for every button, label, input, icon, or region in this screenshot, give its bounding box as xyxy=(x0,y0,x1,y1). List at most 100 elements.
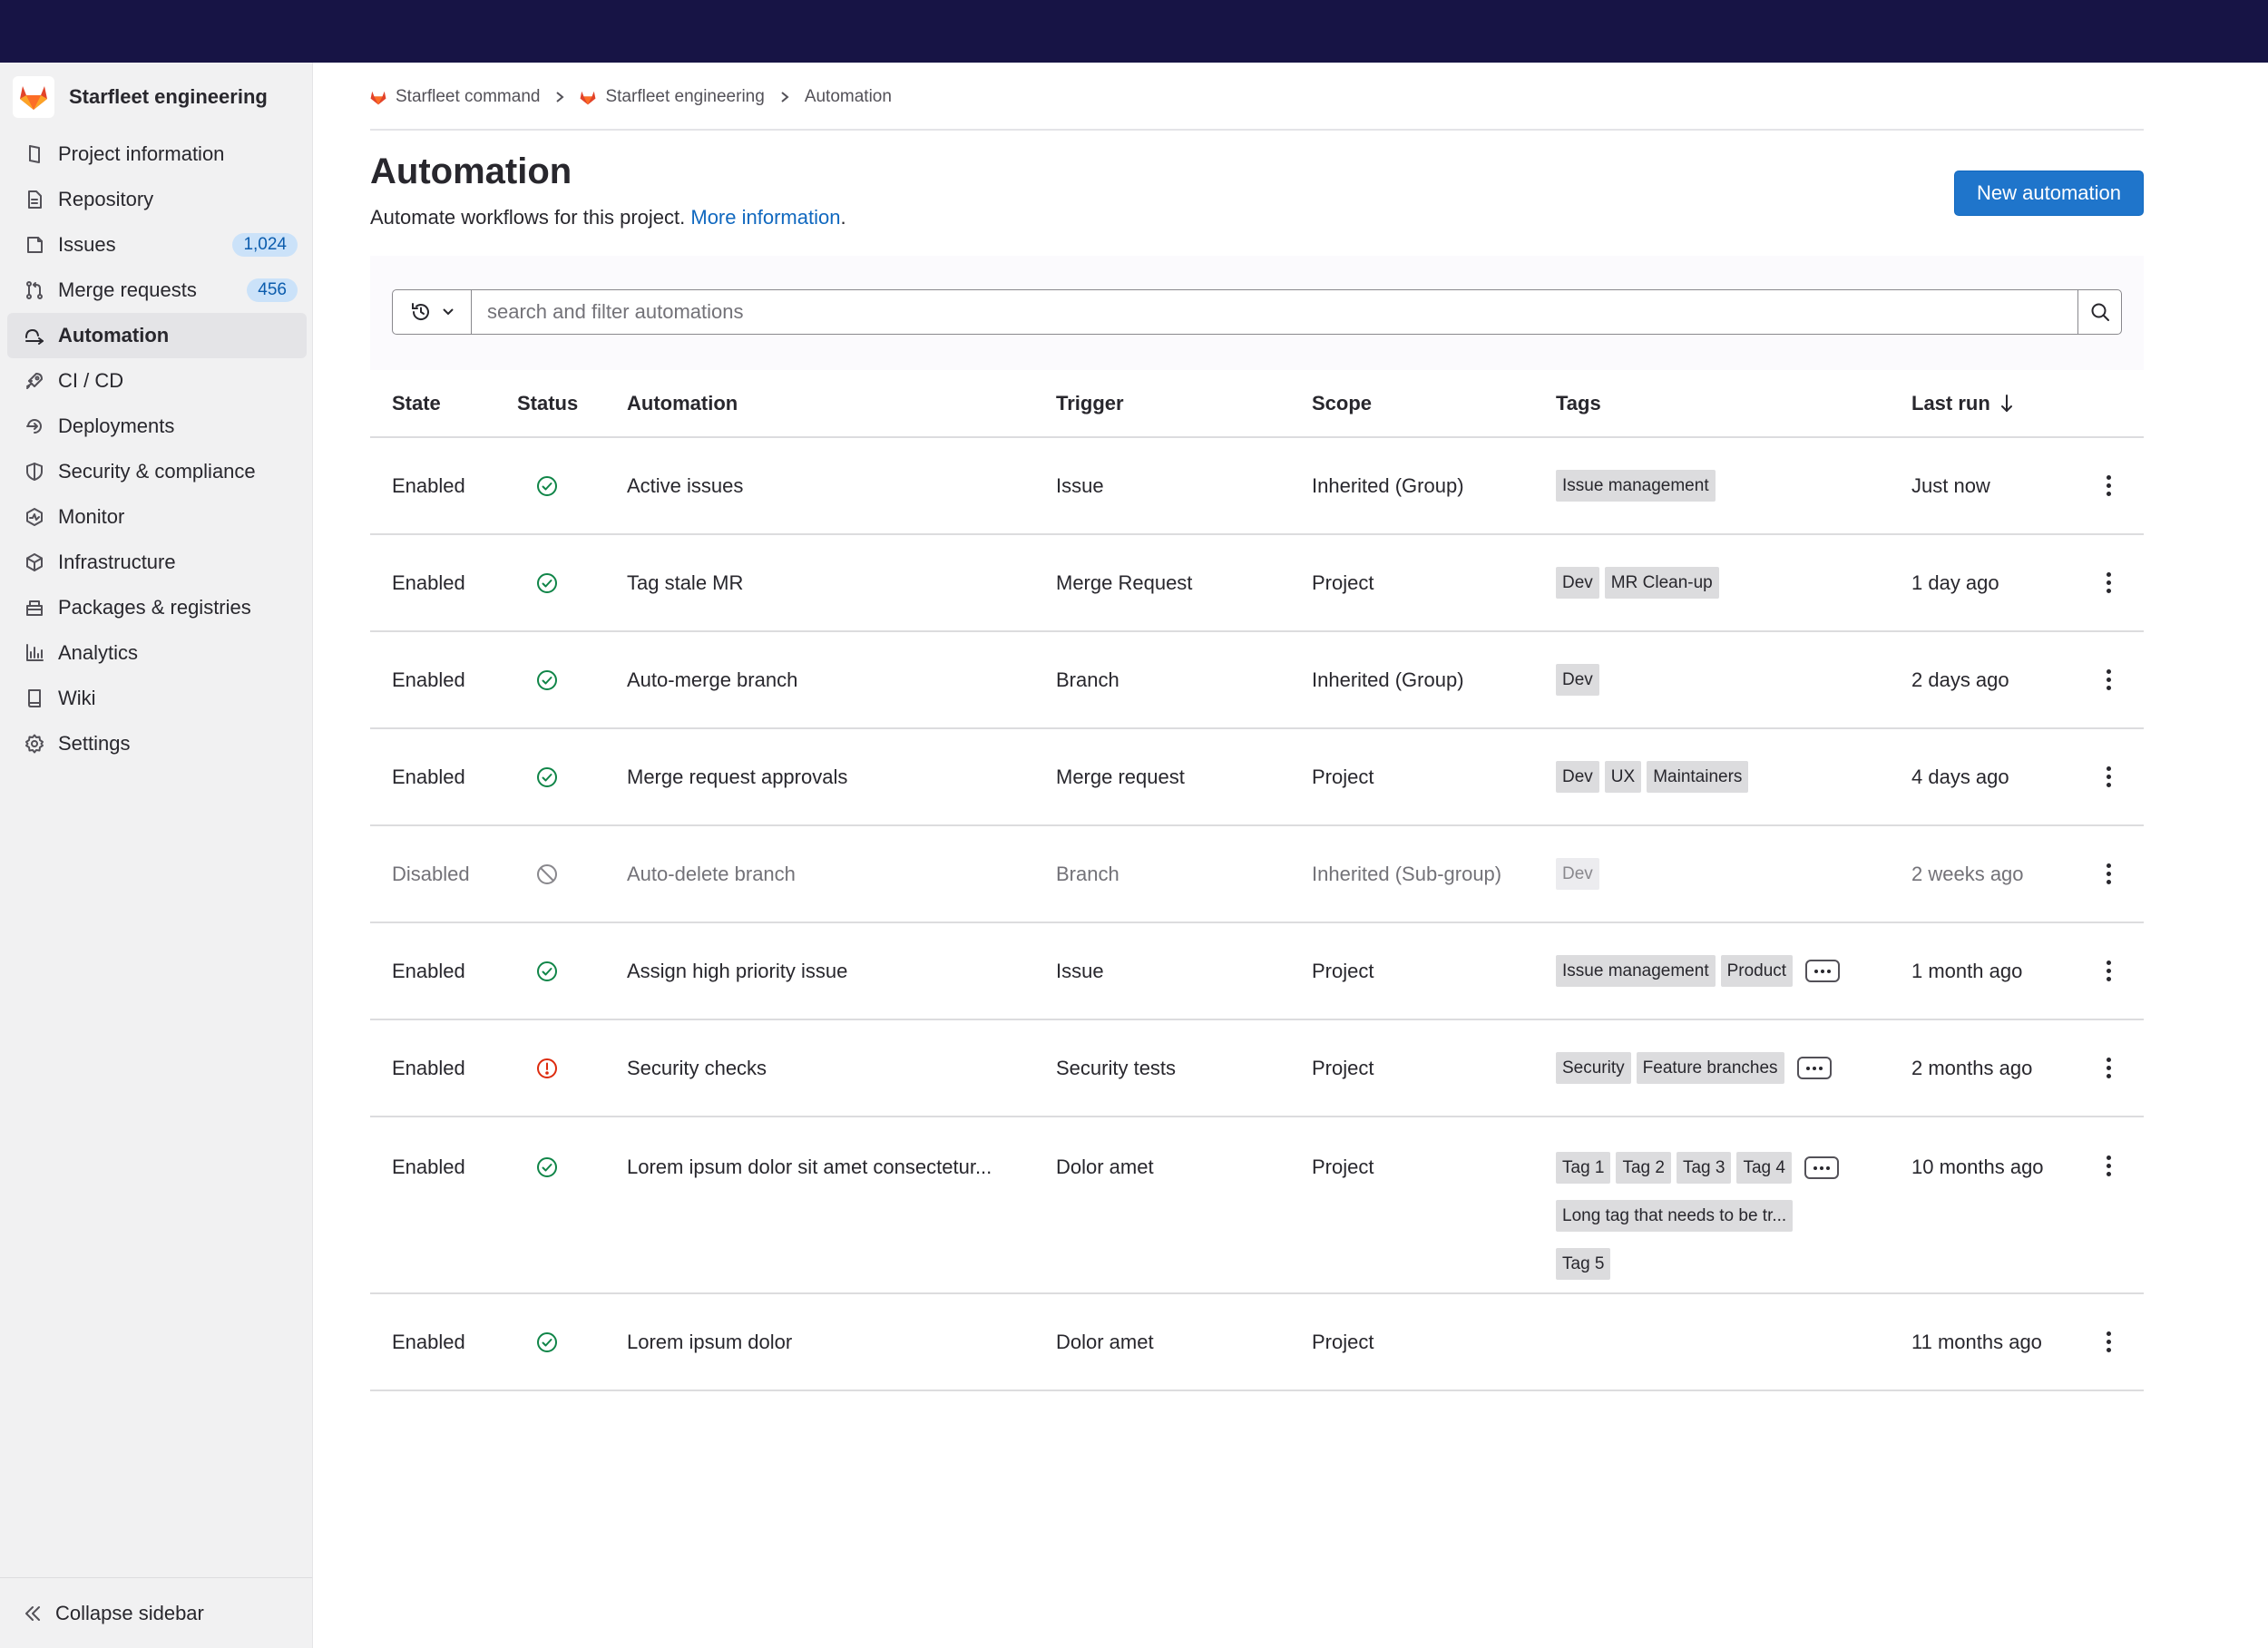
sidebar-item-merge-requests[interactable]: Merge requests 456 xyxy=(7,268,307,313)
table-row[interactable]: Enabled Tag stale MR Merge Request Proje… xyxy=(370,535,2144,632)
status-success-icon xyxy=(535,571,559,595)
row-actions-button[interactable] xyxy=(2099,729,2117,824)
row-actions-button[interactable] xyxy=(2099,1020,2117,1116)
sidebar-item-project-information[interactable]: Project information xyxy=(7,132,307,177)
breadcrumb-item-starfleet-command[interactable]: Starfleet command xyxy=(370,87,540,107)
row-actions-button[interactable] xyxy=(2099,632,2117,727)
page-title: Automation xyxy=(370,151,572,191)
last-run-cell: 11 months ago xyxy=(1911,1330,2042,1353)
sidebar-item-wiki[interactable]: Wiki xyxy=(7,676,307,721)
row-actions-button[interactable] xyxy=(2099,923,2117,1019)
tag-badge[interactable]: Feature branches xyxy=(1636,1052,1784,1084)
row-actions-button[interactable] xyxy=(2099,1294,2117,1390)
tag-badge[interactable]: Dev xyxy=(1556,858,1599,890)
tag-badge[interactable]: Dev xyxy=(1556,761,1599,793)
tags-cell: Issue management xyxy=(1556,438,1910,533)
table-row[interactable]: Enabled Lorem ipsum dolor sit amet conse… xyxy=(370,1117,2144,1294)
row-actions-button[interactable] xyxy=(2099,826,2117,922)
row-actions-button[interactable] xyxy=(2099,1117,2117,1176)
table-row[interactable]: Disabled Auto-delete branch Branch Inher… xyxy=(370,826,2144,923)
chevron-right-icon xyxy=(554,91,565,103)
tag-badge[interactable]: Tag 2 xyxy=(1616,1152,1671,1184)
tag-badge[interactable]: Tag 1 xyxy=(1556,1152,1611,1184)
sidebar-item-packages-registries[interactable]: Packages & registries xyxy=(7,585,307,630)
automation-name[interactable]: Tag stale MR xyxy=(627,535,743,630)
search-button[interactable] xyxy=(2077,289,2122,335)
collapse-sidebar-button[interactable]: Collapse sidebar xyxy=(0,1577,312,1648)
sidebar-item-issues[interactable]: Issues 1,024 xyxy=(7,222,307,268)
tag-badge[interactable]: Issue management xyxy=(1556,470,1716,502)
row-actions-button[interactable] xyxy=(2099,535,2117,630)
trigger-cell: Issue xyxy=(1056,473,1104,497)
automation-name[interactable]: Security checks xyxy=(627,1020,767,1116)
sidebar-item-repository[interactable]: Repository xyxy=(7,177,307,222)
automation-name[interactable]: Lorem ipsum dolor xyxy=(627,1294,792,1390)
more-information-link[interactable]: More information xyxy=(690,206,840,229)
sidebar-item-settings[interactable]: Settings xyxy=(7,721,307,766)
breadcrumb-item-automation[interactable]: Automation xyxy=(805,87,892,107)
breadcrumb-item-starfleet-engineering[interactable]: Starfleet engineering xyxy=(580,87,765,107)
tag-badge[interactable]: Tag 3 xyxy=(1676,1152,1732,1184)
sidebar-item-automation[interactable]: Automation xyxy=(7,313,307,358)
tag-badge[interactable]: Issue management xyxy=(1556,955,1716,987)
table-row[interactable]: Enabled Active issues Issue Inherited (G… xyxy=(370,438,2144,535)
tag-badge[interactable]: Maintainers xyxy=(1647,761,1749,793)
tags-cell xyxy=(1556,1294,1910,1390)
new-automation-button[interactable]: New automation xyxy=(1954,171,2144,216)
automation-name[interactable]: Lorem ipsum dolor sit amet consectetur..… xyxy=(627,1117,992,1179)
sidebar-item-deployments[interactable]: Deployments xyxy=(7,404,307,449)
state-cell: Enabled xyxy=(392,473,465,497)
tag-badge[interactable]: Product xyxy=(1720,955,1794,987)
status-cell xyxy=(535,1020,559,1116)
trigger-cell: Merge Request xyxy=(1056,570,1193,594)
last-run-cell: 2 days ago xyxy=(1911,668,2009,691)
automation-name[interactable]: Auto-merge branch xyxy=(627,632,797,727)
more-tags-button[interactable] xyxy=(1804,1156,1839,1179)
status-success-icon xyxy=(535,960,559,983)
tag-badge[interactable]: Long tag that needs to be tr... xyxy=(1556,1200,1794,1232)
tag-badge[interactable]: Dev xyxy=(1556,664,1599,696)
table-row[interactable]: Enabled Lorem ipsum dolor Dolor amet Pro… xyxy=(370,1294,2144,1391)
tag-badge[interactable]: Dev xyxy=(1556,567,1599,599)
sidebar-item-monitor[interactable]: Monitor xyxy=(7,494,307,540)
table-row[interactable]: Enabled Security checks Security tests P… xyxy=(370,1020,2144,1117)
header-state[interactable]: State xyxy=(392,370,441,436)
header-scope[interactable]: Scope xyxy=(1312,370,1372,436)
automation-name[interactable]: Merge request approvals xyxy=(627,729,847,824)
project-header[interactable]: Starfleet engineering xyxy=(13,75,268,119)
more-tags-button[interactable] xyxy=(1805,960,1841,982)
sidebar-item-ci-cd[interactable]: CI / CD xyxy=(7,358,307,404)
search-history-button[interactable] xyxy=(392,289,472,335)
last-run-cell: 2 weeks ago xyxy=(1911,862,2024,885)
automation-name[interactable]: Assign high priority issue xyxy=(627,923,847,1019)
more-tags-button[interactable] xyxy=(1796,1057,1832,1079)
status-cell xyxy=(535,826,559,922)
header-automation[interactable]: Automation xyxy=(627,370,738,436)
arrow-down-icon xyxy=(1999,394,2014,414)
header-tags[interactable]: Tags xyxy=(1556,370,1601,436)
table-row[interactable]: Enabled Assign high priority issue Issue… xyxy=(370,923,2144,1020)
status-success-icon xyxy=(535,1156,559,1179)
search-icon xyxy=(2089,301,2111,323)
row-actions-button[interactable] xyxy=(2099,438,2117,533)
chevron-right-icon xyxy=(779,91,790,103)
header-last-run[interactable]: Last run xyxy=(1911,370,2014,436)
tag-badge[interactable]: Tag 4 xyxy=(1736,1152,1792,1184)
sidebar-item-analytics[interactable]: Analytics xyxy=(7,630,307,676)
tag-badge[interactable]: MR Clean-up xyxy=(1604,567,1719,599)
tag-badge[interactable]: Tag 5 xyxy=(1556,1248,1611,1280)
sidebar-item-security-compliance[interactable]: Security & compliance xyxy=(7,449,307,494)
sidebar-item-infrastructure[interactable]: Infrastructure xyxy=(7,540,307,585)
table-row[interactable]: Enabled Auto-merge branch Branch Inherit… xyxy=(370,632,2144,729)
tag-badge[interactable]: Security xyxy=(1556,1052,1631,1084)
search-input[interactable] xyxy=(471,289,2085,335)
table-row[interactable]: Enabled Merge request approvals Merge re… xyxy=(370,729,2144,826)
tag-badge[interactable]: UX xyxy=(1604,761,1642,793)
header-status[interactable]: Status xyxy=(517,370,578,436)
kebab-menu-icon xyxy=(2099,766,2117,787)
automation-name[interactable]: Active issues xyxy=(627,438,743,533)
header-trigger[interactable]: Trigger xyxy=(1056,370,1124,436)
kebab-menu-icon xyxy=(2099,475,2117,496)
automation-name[interactable]: Auto-delete branch xyxy=(627,826,796,922)
scope-cell: Project xyxy=(1312,1330,1374,1353)
